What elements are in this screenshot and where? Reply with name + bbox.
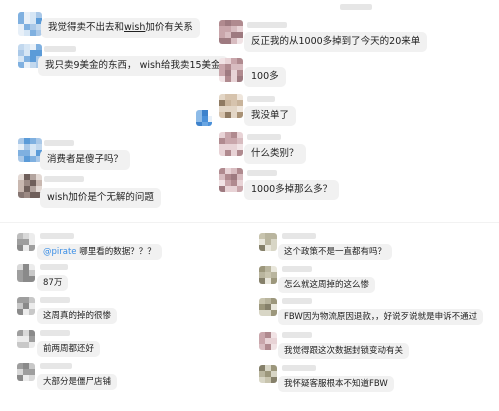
message-bubble: 我没单了: [244, 106, 297, 126]
avatar[interactable]: [18, 12, 42, 36]
avatar[interactable]: [17, 330, 35, 348]
message-bubble: 反正我的从1000多掉到了今天的20来单: [244, 32, 428, 52]
message-text: 怎么就这周掉的这么惨: [284, 280, 370, 290]
message-text: 我没单了: [251, 110, 290, 121]
message-bubble: 100多: [244, 67, 286, 87]
avatar[interactable]: [18, 138, 42, 162]
message-bubble: 我觉得卖不出去和wish加价有关系: [41, 18, 200, 38]
message-text: 87万: [43, 278, 63, 288]
username-blurred: [40, 330, 70, 336]
avatar[interactable]: [219, 58, 243, 82]
message-text: wish加价是个无解的问题: [47, 192, 154, 203]
section-divider: [0, 222, 499, 223]
username-blurred: [282, 332, 312, 338]
username-blurred: [282, 365, 316, 371]
username-blurred: [247, 134, 281, 140]
avatar[interactable]: [259, 298, 277, 316]
message-text: 前两周都还好: [43, 344, 95, 354]
username-blurred: [40, 233, 74, 239]
avatar[interactable]: [259, 332, 277, 350]
username-blurred: [44, 176, 84, 182]
username-blurred: [40, 297, 70, 303]
message-bubble: 87万: [37, 275, 69, 291]
message-bubble: 我怀疑客服根本不知道FBW: [278, 376, 394, 392]
username-blurred: [44, 46, 76, 52]
username-blurred: [340, 4, 372, 10]
message-text: FBW因为物流原因退款，，好说歹说就是申诉不通过: [284, 312, 478, 322]
message-text: 我觉得卖不出去和wish加价有关系: [48, 22, 193, 33]
message-bubble: 消费者是傻子吗？: [40, 150, 131, 170]
message-bubble: 什么类别？: [244, 144, 306, 164]
underlined-word: wish: [124, 22, 146, 33]
message-bubble: 怎么就这周掉的这么惨: [278, 277, 376, 293]
avatar[interactable]: [18, 174, 42, 198]
username-blurred: [282, 233, 316, 239]
message-text: 大部分是僵尸店铺: [43, 377, 112, 387]
username-blurred: [282, 266, 312, 272]
avatar[interactable]: [17, 363, 35, 381]
avatar[interactable]: [259, 233, 277, 251]
avatar[interactable]: [219, 20, 243, 44]
mention-link[interactable]: @pirate: [43, 247, 77, 257]
message-text: 什么类别？: [251, 148, 299, 159]
avatar[interactable]: [17, 297, 35, 315]
message-bubble: 这个政策不是一直都有吗？: [278, 244, 393, 260]
message-text: 消费者是傻子吗？: [47, 154, 124, 165]
message-bubble: 前两周都还好: [37, 341, 101, 357]
message-bubble: FBW因为物流原因退款，，好说歹说就是申诉不通过: [278, 309, 484, 325]
message-bubble: 我只卖9美金的东西， wish给我卖15美金: [38, 56, 228, 76]
avatar[interactable]: [196, 110, 212, 126]
message-bubble: 这周真的掉的很惨: [37, 308, 118, 324]
avatar[interactable]: [17, 233, 35, 251]
username-blurred: [247, 96, 275, 102]
avatar[interactable]: [219, 132, 243, 156]
avatar[interactable]: [17, 264, 35, 282]
message-text: 反正我的从1000多掉到了今天的20来单: [251, 36, 421, 47]
message-bubble: wish加价是个无解的问题: [40, 188, 161, 208]
message-text: 1000多掉那么多？: [251, 184, 333, 195]
username-blurred: [40, 363, 72, 369]
username-blurred: [44, 140, 74, 146]
message-text: 我怀疑客服根本不知道FBW: [284, 379, 388, 389]
username-blurred: [247, 170, 277, 176]
message-bubble: 1000多掉那么多？: [244, 180, 340, 200]
avatar[interactable]: [219, 94, 243, 118]
avatar[interactable]: [219, 168, 243, 192]
message-bubble: 我觉得跟这次数据封锁变动有关: [278, 343, 410, 359]
message-text: 我觉得跟这次数据封锁变动有关: [284, 346, 404, 356]
username-blurred: [40, 264, 68, 270]
message-text: 这周真的掉的很惨: [43, 311, 112, 321]
username-blurred: [247, 22, 287, 28]
message-bubble: 大部分是僵尸店铺: [37, 374, 118, 390]
message-text: 哪里看的数据？？？: [76, 247, 156, 257]
message-text: 这个政策不是一直都有吗？: [284, 247, 387, 257]
avatar[interactable]: [259, 365, 277, 383]
message-text: 100多: [251, 71, 279, 82]
message-text: 我只卖9美金的东西， wish给我卖15美金: [45, 60, 221, 71]
username-blurred: [282, 298, 312, 304]
message-bubble: @pirate 哪里看的数据？？？: [37, 244, 162, 260]
avatar[interactable]: [259, 266, 277, 284]
